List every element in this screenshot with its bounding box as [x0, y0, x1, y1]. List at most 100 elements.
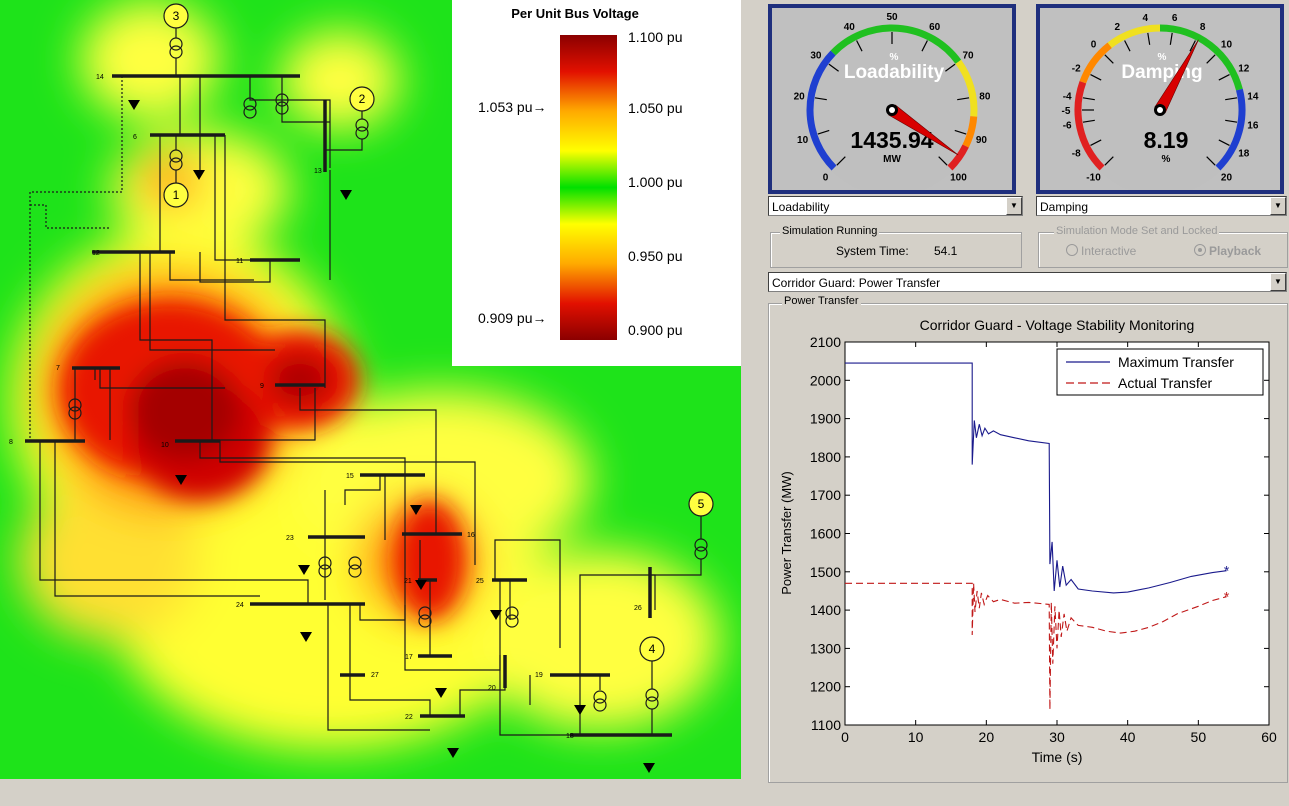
y-tick-label: 1300: [810, 640, 841, 656]
left-gauge-select-value: Loadability: [772, 200, 830, 214]
gauge-tick-label: -5: [1062, 106, 1071, 117]
gauge-tick-label: 80: [979, 91, 991, 102]
right-gauge-select[interactable]: Damping ▼: [1036, 196, 1287, 216]
bus-label: 27: [371, 672, 379, 679]
simulation-mode-title: Simulation Mode Set and Locked: [1054, 225, 1220, 237]
gauge-tick-label: 0: [1091, 40, 1097, 51]
scale-label-max: 1.100 pu: [628, 29, 683, 45]
gauge-tick-label: 60: [929, 22, 941, 33]
marker-high: 1.053 pu→: [478, 99, 547, 115]
marker-low: 0.909 pu→: [478, 310, 547, 326]
bus-label: 10: [161, 442, 169, 449]
interactive-radio[interactable]: Interactive: [1066, 244, 1136, 258]
playback-radio-label: Playback: [1209, 244, 1262, 258]
voltage-contour-map: Per Unit Bus Voltage 1.100 pu 1.050 pu 1…: [0, 0, 741, 779]
plot-select-value: Corridor Guard: Power Transfer: [772, 276, 941, 290]
y-axis-label: Power Transfer (MW): [779, 471, 794, 595]
gauge-tick-label: 10: [1221, 40, 1233, 51]
right-gauge-select-value: Damping: [1040, 200, 1089, 214]
y-tick-label: 1800: [810, 449, 841, 465]
generator-label-2: 2: [359, 92, 366, 106]
bus-label: 13: [314, 168, 322, 175]
series-end-marker: *: [1224, 563, 1230, 579]
system-time-value: 54.1: [934, 244, 958, 258]
scale-label-min: 0.900 pu: [628, 322, 683, 338]
plot-select[interactable]: Corridor Guard: Power Transfer ▼: [768, 272, 1287, 292]
y-tick-label: 1200: [810, 679, 841, 695]
gauge-tick-label: 2: [1115, 22, 1121, 33]
bus-label: 25: [476, 578, 484, 585]
bus-label: 7: [56, 365, 60, 372]
loadability-value-unit: MW: [883, 154, 901, 165]
damping-value-unit: %: [1162, 154, 1171, 165]
y-tick-label: 1500: [810, 564, 841, 580]
y-tick-label: 1900: [810, 411, 841, 427]
gauge-tick-label: -8: [1072, 149, 1081, 160]
bus-label: 11: [236, 258, 243, 265]
chevron-down-icon[interactable]: ▼: [1270, 197, 1286, 215]
legend-label-actual: Actual Transfer: [1118, 375, 1212, 391]
chevron-down-icon[interactable]: ▼: [1270, 273, 1286, 291]
damping-gauge-unit: %: [1158, 52, 1167, 63]
left-gauge-select[interactable]: Loadability ▼: [768, 196, 1023, 216]
loadability-gauge-unit: %: [890, 52, 899, 63]
plot-area: [844, 341, 1270, 726]
legend-label-max: Maximum Transfer: [1118, 354, 1234, 370]
generator-label-4: 4: [649, 642, 656, 656]
bus-label: 16: [467, 532, 475, 539]
gauge-tick-label: -2: [1072, 63, 1081, 74]
scale-label-1050: 1.050 pu: [628, 100, 683, 116]
gauge-tick-label: 4: [1143, 13, 1149, 24]
radio-selected-icon: [1194, 244, 1206, 256]
gauge-tick-label: -10: [1086, 172, 1101, 183]
gauge-tick-label: 18: [1238, 149, 1250, 160]
bus-label: 20: [488, 685, 496, 692]
bus-label: 17: [405, 654, 413, 661]
x-tick-label: 60: [1261, 729, 1277, 745]
loadability-gauge-title: Loadability: [844, 62, 945, 83]
y-tick-label: 2100: [810, 334, 841, 350]
bus-label: 8: [9, 439, 13, 446]
interactive-radio-label: Interactive: [1081, 244, 1137, 258]
x-tick-label: 30: [1049, 729, 1065, 745]
generator-label-5: 5: [698, 497, 705, 511]
bus-label: 9: [260, 383, 264, 390]
gauge-tick-label: 10: [797, 135, 809, 146]
x-tick-label: 40: [1120, 729, 1136, 745]
x-tick-label: 10: [908, 729, 924, 745]
gauge-tick-label: 14: [1247, 91, 1259, 102]
scale-label-0950: 0.950 pu: [628, 248, 683, 264]
bus-label: 19: [535, 672, 543, 679]
gauge-tick-label: 50: [886, 12, 898, 23]
gauge-tick-label: -4: [1063, 91, 1072, 102]
y-tick-label: 2000: [810, 372, 841, 388]
bus-label: 14: [96, 74, 104, 81]
bus-label: 21: [404, 578, 412, 585]
gauge-tick-label: 70: [962, 51, 974, 62]
legend-title: Per Unit Bus Voltage: [511, 6, 639, 21]
gauge-tick-label: 30: [810, 51, 822, 62]
bus-label: 26: [634, 605, 642, 612]
gauge-tick-label: 12: [1238, 63, 1250, 74]
simulation-status-title: Simulation Running: [780, 225, 880, 237]
playback-radio[interactable]: Playback: [1194, 244, 1261, 258]
damping-gauge-title: Damping: [1121, 62, 1202, 83]
y-tick-label: 1600: [810, 526, 841, 542]
chevron-down-icon[interactable]: ▼: [1006, 197, 1022, 215]
damping-gauge: -10 -8 -6 -5 -4 -2 0 2 4 6 8 10 12 14 16 18 20 Damping %…: [1036, 4, 1284, 194]
y-tick-label: 1700: [810, 487, 841, 503]
y-tick-label: 1100: [811, 717, 841, 733]
gauge-tick-label: 100: [950, 172, 967, 183]
chart-title: Corridor Guard - Voltage Stability Monit…: [920, 317, 1195, 333]
gauge-tick-label: 20: [794, 91, 806, 102]
chart-legend: Maximum Transfer Actual Transfer: [1056, 348, 1264, 396]
gauge-tick-label: 90: [976, 135, 988, 146]
power-transfer-chart: Corridor Guard - Voltage Stability Monit…: [779, 317, 1277, 765]
scale-label-1000: 1.000 pu: [628, 174, 683, 190]
x-axis-label: Time (s): [1032, 749, 1083, 765]
gauge-tick-label: 0: [823, 172, 829, 183]
series-end-marker: *: [1224, 589, 1230, 605]
system-time-label: System Time:: [836, 244, 909, 258]
gauge-tick-label: -6: [1063, 121, 1072, 132]
x-tick-label: 0: [841, 729, 849, 745]
